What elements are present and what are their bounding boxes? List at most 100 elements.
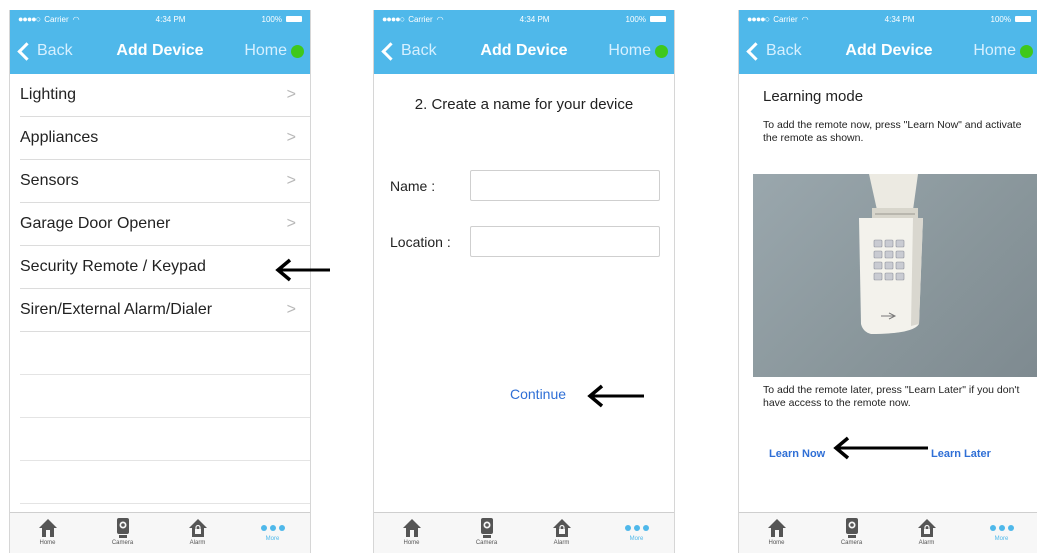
status-time: 4:34 PM <box>884 14 915 24</box>
list-item-siren-alarm-dialer[interactable]: Siren/External Alarm/Dialer > <box>20 289 310 332</box>
list-item-appliances[interactable]: Appliances > <box>20 117 310 160</box>
status-time: 4:34 PM <box>155 14 186 24</box>
tab-more[interactable]: More <box>607 513 667 542</box>
nav-bar: Back Add Device Home <box>374 28 674 74</box>
learn-now-instructions: To add the remote now, press "Learn Now"… <box>763 119 1022 144</box>
list-item-label: Sensors <box>20 172 79 189</box>
keypad-photo <box>753 174 1037 377</box>
name-field[interactable] <box>470 170 660 201</box>
location-field[interactable] <box>470 226 660 257</box>
home-label: Home <box>608 42 651 59</box>
home-button[interactable]: Home <box>244 28 304 74</box>
tab-more[interactable]: More <box>243 513 303 542</box>
tab-bar: Home Camera Alarm More <box>739 512 1037 553</box>
chevron-right-icon: > <box>286 215 296 232</box>
list-item-sensors[interactable]: Sensors > <box>20 160 310 203</box>
continue-button[interactable]: Continue <box>510 386 566 402</box>
wifi-icon: ◠ <box>72 14 80 24</box>
tab-label: Alarm <box>553 540 570 546</box>
tab-label: Alarm <box>189 540 206 546</box>
learn-now-button[interactable]: Learn Now <box>769 448 825 460</box>
empty-row <box>20 461 310 504</box>
camera-icon <box>116 518 129 538</box>
tab-label: Home <box>768 540 785 546</box>
wifi-icon: ◠ <box>801 14 809 24</box>
back-label: Back <box>401 42 437 59</box>
home-label: Home <box>244 42 287 59</box>
list-item-lighting[interactable]: Lighting > <box>20 74 310 117</box>
battery-icon <box>649 16 666 22</box>
tab-bar: Home Camera Alarm More <box>374 512 674 553</box>
status-bar: ●●●●○ Carrier ◠ 4:34 PM 100% <box>10 10 310 28</box>
tab-home[interactable]: Home <box>747 513 807 546</box>
tab-camera[interactable]: Camera <box>457 513 517 546</box>
keypad-remote-image <box>859 174 923 334</box>
tab-more[interactable]: More <box>972 513 1032 542</box>
carrier-label: Carrier <box>408 14 433 24</box>
list-item-security-remote-keypad[interactable]: Security Remote / Keypad <box>20 246 310 289</box>
camera-icon <box>845 518 858 538</box>
battery-percent: 100% <box>990 14 1011 24</box>
alarm-icon <box>552 519 571 537</box>
empty-row <box>20 332 310 375</box>
tab-label: Camera <box>475 540 498 546</box>
tab-camera[interactable]: Camera <box>93 513 153 546</box>
list-item-label: Security Remote / Keypad <box>20 258 206 275</box>
tab-alarm[interactable]: Alarm <box>897 513 957 546</box>
home-button[interactable]: Home <box>973 28 1033 74</box>
learning-mode-title: Learning mode <box>763 88 864 105</box>
nav-bar: Back Add Device Home <box>10 28 310 74</box>
battery-percent: 100% <box>261 14 282 24</box>
name-label: Name : <box>390 177 436 194</box>
learn-later-button[interactable]: Learn Later <box>931 448 991 460</box>
list-item-label: Garage Door Opener <box>20 215 171 232</box>
back-label: Back <box>766 42 802 59</box>
battery-percent: 100% <box>625 14 646 24</box>
back-button[interactable]: Back <box>380 28 437 74</box>
status-time: 4:34 PM <box>519 14 550 24</box>
empty-row <box>20 418 310 461</box>
list-item-label: Appliances <box>20 129 99 146</box>
tab-label: Camera <box>111 540 134 546</box>
alarm-icon <box>188 519 207 537</box>
page-title: Add Device <box>845 42 933 59</box>
tab-label: More <box>629 536 644 542</box>
chevron-right-icon: > <box>286 301 296 318</box>
back-button[interactable]: Back <box>16 28 73 74</box>
home-button[interactable]: Home <box>608 28 668 74</box>
list-item-label: Lighting <box>20 86 77 103</box>
home-icon <box>767 519 786 537</box>
back-button[interactable]: Back <box>745 28 802 74</box>
arrow-left-icon <box>587 384 644 408</box>
tab-label: Camera <box>840 540 863 546</box>
nav-bar: Back Add Device Home <box>739 28 1037 74</box>
tab-label: Alarm <box>918 540 935 546</box>
chevron-left-icon <box>17 41 36 61</box>
back-label: Back <box>37 42 73 59</box>
status-dot-icon <box>291 44 304 58</box>
page-title: Add Device <box>116 42 204 59</box>
tab-bar: Home Camera Alarm More <box>10 512 310 553</box>
home-label: Home <box>973 42 1016 59</box>
arrow-left-icon <box>275 258 330 282</box>
signal-dots-icon: ●●●●○ <box>18 14 41 24</box>
phone-screen-name-device: ●●●●○ Carrier ◠ 4:34 PM 100% Back Add Devi… <box>373 10 675 553</box>
location-label: Location : <box>390 233 451 250</box>
empty-row <box>20 375 310 418</box>
status-dot-icon <box>1020 44 1033 58</box>
home-icon <box>402 519 421 537</box>
arrow-left-icon <box>833 436 928 460</box>
home-icon <box>38 519 57 537</box>
device-category-list: Lighting > Appliances > Sensors > Garage Do… <box>10 74 310 504</box>
list-item-label: Siren/External Alarm/Dialer <box>20 301 213 318</box>
list-item-garage-door-opener[interactable]: Garage Door Opener > <box>20 203 310 246</box>
step-title: 2. Create a name for your device <box>414 96 634 113</box>
tab-alarm[interactable]: Alarm <box>168 513 228 546</box>
tab-alarm[interactable]: Alarm <box>532 513 592 546</box>
tab-home[interactable]: Home <box>18 513 78 546</box>
tab-home[interactable]: Home <box>382 513 442 546</box>
tab-label: Home <box>39 540 56 546</box>
location-row: Location : <box>390 226 660 257</box>
carrier-label: Carrier <box>773 14 798 24</box>
tab-camera[interactable]: Camera <box>822 513 882 546</box>
